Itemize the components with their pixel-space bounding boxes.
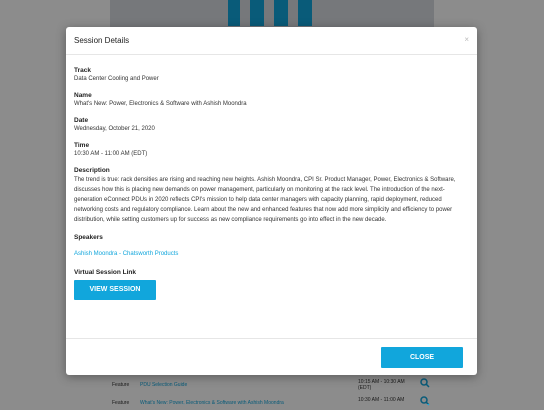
speaker-link[interactable]: Ashish Moondra - Chatsworth Products bbox=[74, 251, 178, 257]
name-label: Name bbox=[74, 92, 92, 99]
time-value: 10:30 AM - 11:00 AM (EDT) bbox=[74, 151, 148, 157]
virtual-link-label: Virtual Session Link bbox=[74, 269, 137, 276]
track-label: Track bbox=[74, 67, 91, 74]
modal-body: Track Data Center Cooling and Power Name… bbox=[74, 67, 470, 309]
view-session-button[interactable]: VIEW SESSION bbox=[74, 280, 156, 300]
name-value: What's New: Power, Electronics & Softwar… bbox=[74, 101, 247, 107]
time-field: Time 10:30 AM - 11:00 AM (EDT) bbox=[74, 142, 470, 158]
time-label: Time bbox=[74, 142, 90, 149]
date-field: Date Wednesday, October 21, 2020 bbox=[74, 117, 470, 133]
close-icon[interactable]: × bbox=[464, 35, 469, 44]
name-field: Name What's New: Power, Electronics & So… bbox=[74, 92, 470, 108]
description-value: The trend is true: rack densities are ri… bbox=[74, 177, 456, 223]
track-field: Track Data Center Cooling and Power bbox=[74, 67, 470, 83]
date-label: Date bbox=[74, 117, 89, 124]
date-value: Wednesday, October 21, 2020 bbox=[74, 126, 155, 132]
description-label: Description bbox=[74, 167, 110, 174]
track-value: Data Center Cooling and Power bbox=[74, 76, 159, 82]
virtual-link-field: Virtual Session Link VIEW SESSION bbox=[74, 269, 470, 300]
close-button[interactable]: CLOSE bbox=[381, 347, 463, 368]
modal-footer: CLOSE bbox=[66, 338, 477, 376]
modal-title: Session Details bbox=[74, 36, 130, 45]
modal-header: Session Details × bbox=[66, 27, 477, 55]
speakers-label: Speakers bbox=[74, 234, 103, 241]
session-details-modal: Session Details × Track Data Center Cool… bbox=[66, 27, 477, 375]
description-field: Description The trend is true: rack dens… bbox=[74, 167, 470, 225]
speakers-field: Speakers Ashish Moondra - Chatsworth Pro… bbox=[74, 234, 470, 260]
